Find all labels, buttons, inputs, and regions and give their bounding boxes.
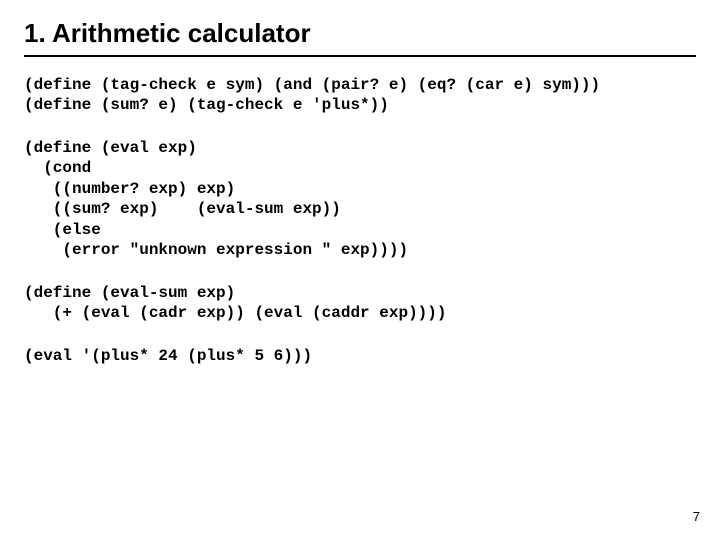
page-number: 7 (693, 509, 700, 524)
code-block-1: (define (tag-check e sym) (and (pair? e)… (24, 75, 696, 116)
code-block-4: (eval '(plus* 24 (plus* 5 6))) (24, 346, 696, 366)
code-block-2: (define (eval exp) (cond ((number? exp) … (24, 138, 696, 261)
code-block-3: (define (eval-sum exp) (+ (eval (cadr ex… (24, 283, 696, 324)
slide-title: 1. Arithmetic calculator (24, 18, 696, 49)
title-rule (24, 55, 696, 57)
slide: 1. Arithmetic calculator (define (tag-ch… (0, 0, 720, 540)
